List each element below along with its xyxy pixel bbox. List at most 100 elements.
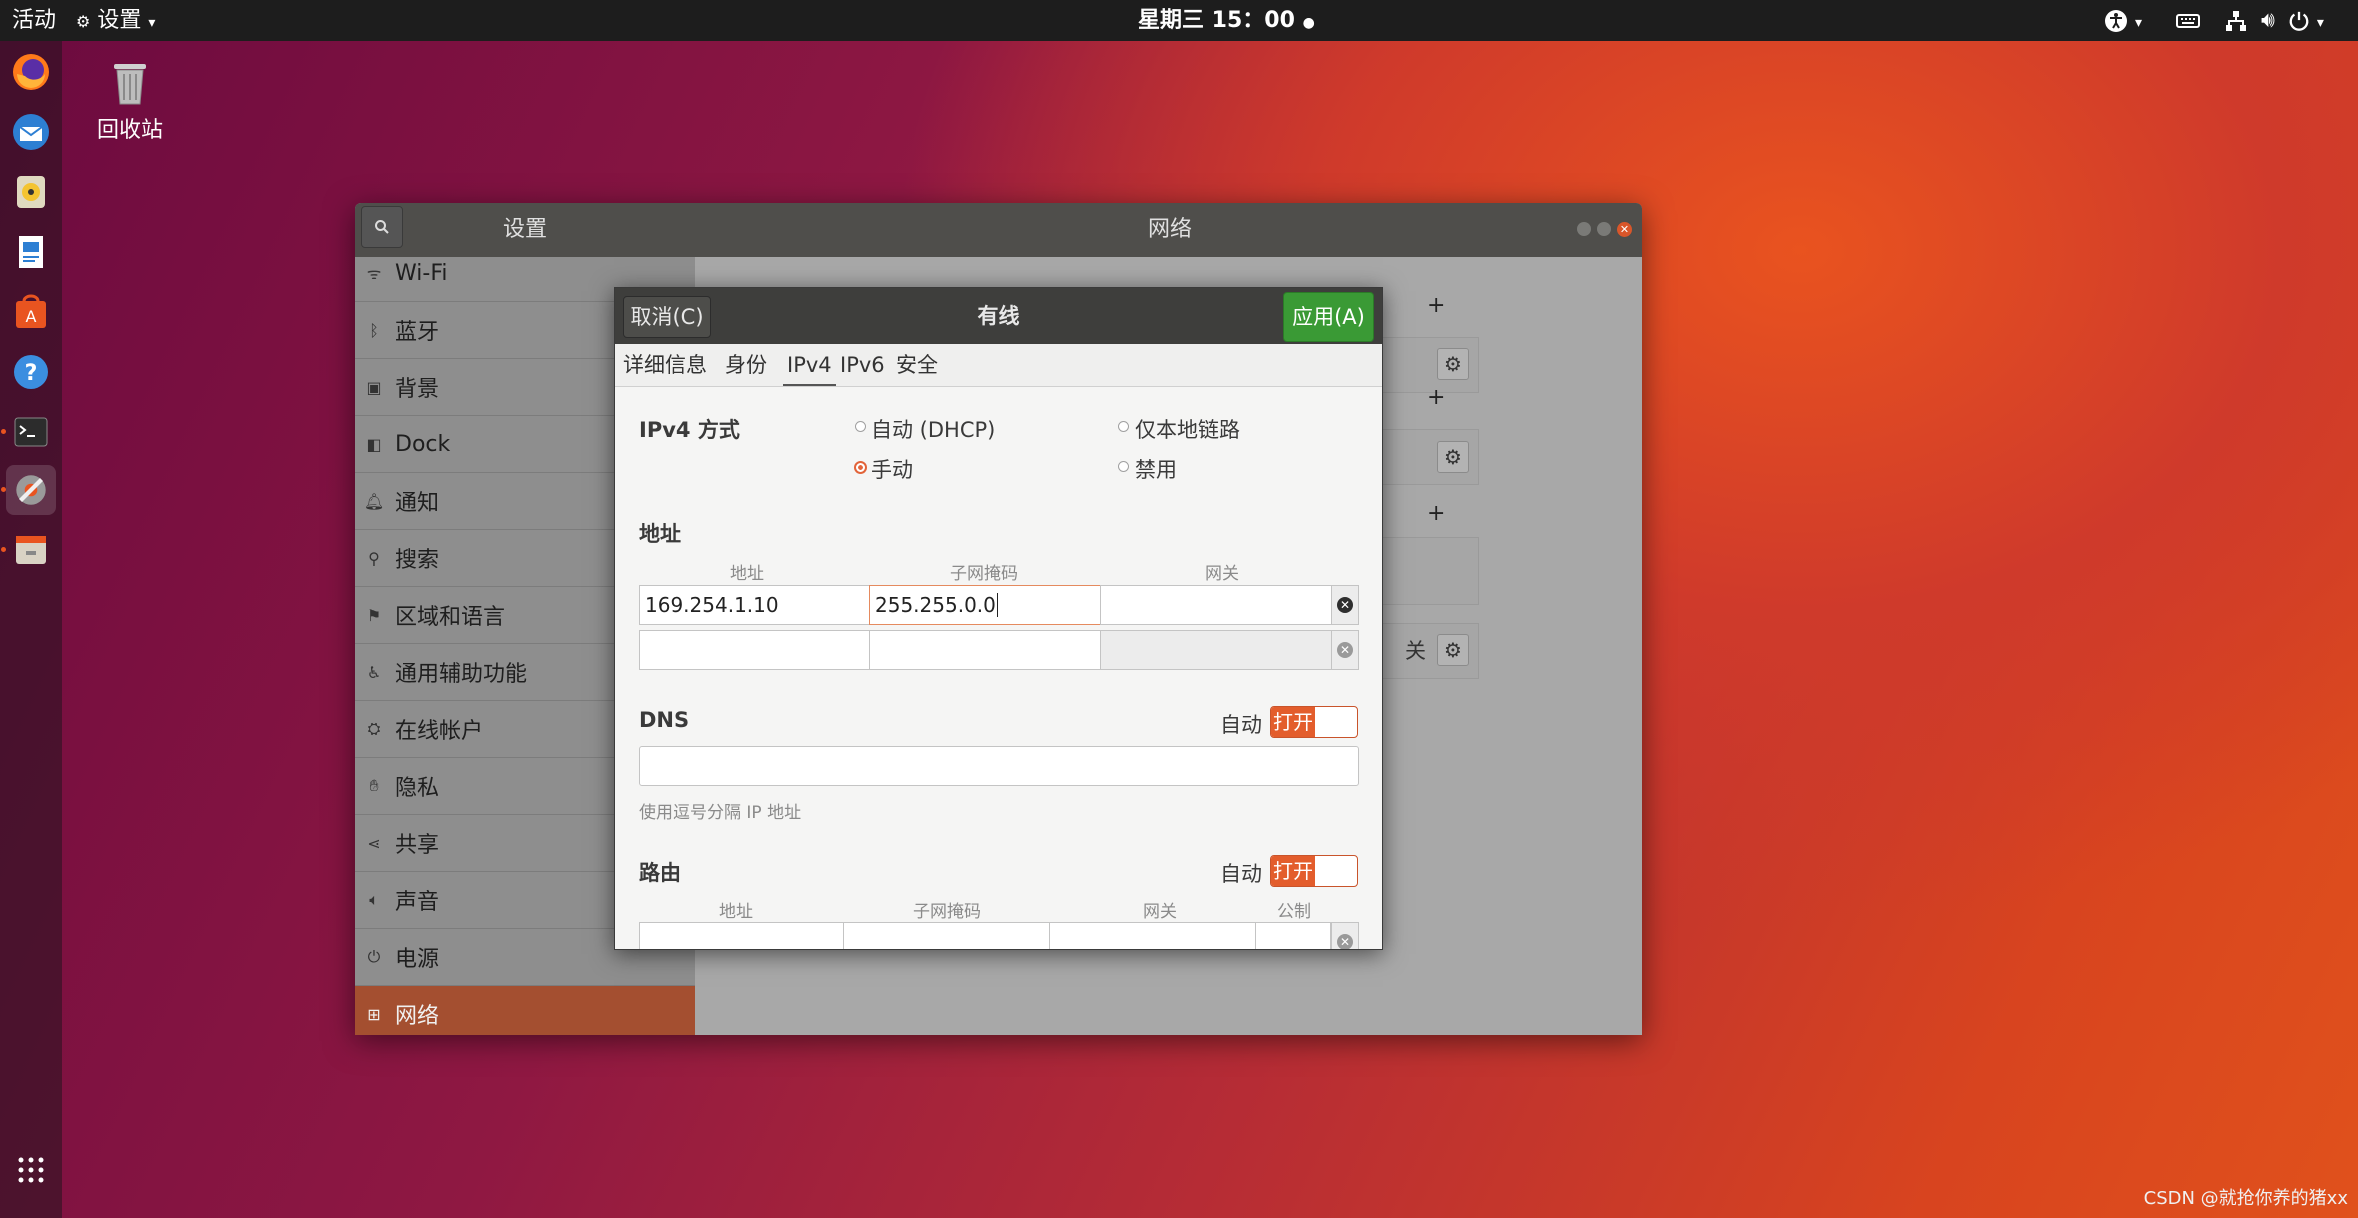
- flag-icon: ⚑: [366, 605, 382, 625]
- software-center-icon: A: [16, 294, 46, 328]
- close-button[interactable]: ✕: [1617, 222, 1632, 237]
- tab-details[interactable]: 详细信息: [623, 344, 707, 386]
- netmask-input-empty[interactable]: [869, 630, 1101, 670]
- system-menu[interactable]: 🔊︎ ▾: [2224, 0, 2324, 41]
- dialog-header: 取消(C) 有线 应用(A): [615, 288, 1382, 344]
- trash-icon: [114, 64, 146, 105]
- dialog-title: 有线: [977, 304, 1020, 328]
- speaker-icon: 🔈︎: [369, 890, 379, 909]
- maximize-button[interactable]: [1597, 222, 1611, 236]
- thunderbird-launcher[interactable]: [6, 107, 56, 157]
- help-launcher[interactable]: ?: [6, 347, 56, 397]
- rhythmbox-launcher[interactable]: [6, 167, 56, 217]
- search-icon: ⚲: [368, 548, 380, 568]
- address-input-empty[interactable]: [639, 630, 870, 670]
- dock-icon: ◧: [366, 434, 382, 454]
- writer-launcher[interactable]: [6, 227, 56, 277]
- activities-button[interactable]: 活动: [12, 0, 56, 41]
- running-indicator: [1, 429, 6, 434]
- accessibility-menu[interactable]: ▾: [2104, 0, 2142, 41]
- dns-auto-switch[interactable]: 打开: [1270, 706, 1358, 738]
- sidebar-item-label: 共享: [395, 833, 440, 858]
- radio-manual[interactable]: [854, 461, 867, 474]
- sidebar-item-label: 搜索: [395, 548, 440, 573]
- close-icon: ✕: [1619, 223, 1630, 236]
- route-gateway-header: 网关: [1143, 902, 1177, 922]
- gear-icon[interactable]: ⚙: [1437, 634, 1469, 666]
- power-icon: [2289, 11, 2309, 31]
- gateway-input[interactable]: [1100, 585, 1332, 625]
- sidebar-item-label: 隐私: [395, 776, 440, 801]
- tab-ipv6[interactable]: IPv6: [840, 344, 885, 386]
- show-applications-button[interactable]: [6, 1145, 56, 1195]
- tab-security[interactable]: 安全: [896, 344, 938, 386]
- share-icon: ⋖: [367, 833, 381, 853]
- running-indicator: [1, 487, 6, 492]
- clear-icon: ✕: [1337, 642, 1353, 658]
- gear-icon[interactable]: ⚙: [1437, 441, 1469, 473]
- radio-disable[interactable]: [1118, 461, 1129, 472]
- wifi-icon: ᯤ: [366, 264, 382, 283]
- dock: A ?: [0, 41, 62, 1218]
- radio-link-local[interactable]: [1118, 421, 1129, 432]
- route-netmask-input[interactable]: [843, 922, 1050, 949]
- files-icon: [16, 536, 46, 564]
- sidebar-item-label: 网络: [395, 1004, 440, 1029]
- accessibility-icon: [2105, 10, 2127, 32]
- terminal-launcher[interactable]: [6, 407, 56, 457]
- software-launcher[interactable]: A: [6, 287, 56, 337]
- clock[interactable]: 星期三 15：00 ●: [1138, 0, 1315, 41]
- text-cursor: [996, 593, 998, 617]
- gateway-input-empty[interactable]: [1100, 630, 1332, 670]
- sidebar-item-label: 声音: [395, 890, 440, 915]
- background-icon: ▣: [366, 377, 382, 397]
- radio-manual-label[interactable]: 手动: [871, 454, 913, 484]
- firefox-launcher[interactable]: [6, 47, 56, 97]
- address-input[interactable]: 169.254.1.10: [639, 585, 870, 625]
- tab-ipv4[interactable]: IPv4: [783, 344, 836, 386]
- network-wired-icon: [2226, 11, 2246, 31]
- apply-button[interactable]: 应用(A): [1283, 292, 1374, 342]
- terminal-icon: [14, 417, 48, 447]
- sidebar-item-network[interactable]: ⊞ 网络: [355, 986, 695, 1035]
- keyboard-indicator[interactable]: [2176, 0, 2200, 41]
- radio-link-local-label[interactable]: 仅本地链路: [1135, 414, 1240, 444]
- clear-icon: ✕: [1337, 597, 1353, 613]
- routes-auto-switch[interactable]: 打开: [1270, 855, 1358, 887]
- desktop-trash[interactable]: 回收站: [92, 56, 168, 144]
- add-vpn-icon[interactable]: +: [1427, 385, 1445, 410]
- address-header: 地址: [730, 564, 764, 584]
- add-proxy-icon[interactable]: +: [1427, 501, 1445, 526]
- trash-label: 回收站: [96, 118, 163, 143]
- sidebar-item-label: 背景: [395, 377, 440, 402]
- cancel-button[interactable]: 取消(C): [623, 296, 711, 338]
- gateway-header: 网关: [1205, 564, 1239, 584]
- bluetooth-icon: ᛒ: [369, 320, 379, 340]
- minimize-button[interactable]: [1577, 222, 1591, 236]
- settings-launcher[interactable]: [6, 465, 56, 515]
- add-connection-icon[interactable]: +: [1427, 293, 1445, 318]
- dialog-tabs: 详细信息 身份 IPv4 IPv6 安全: [615, 344, 1382, 387]
- route-gateway-input[interactable]: [1049, 922, 1256, 949]
- route-address-input[interactable]: [639, 922, 844, 949]
- sidebar-item-label: 蓝牙: [395, 320, 440, 345]
- search-button[interactable]: [361, 206, 403, 248]
- svg-text:?: ?: [25, 361, 38, 386]
- dns-label: DNS: [639, 708, 690, 732]
- sidebar-item-label: Dock: [395, 431, 451, 457]
- netmask-input[interactable]: 255.255.0.0: [869, 585, 1101, 625]
- tab-identity[interactable]: 身份: [725, 344, 767, 386]
- radio-dhcp-label[interactable]: 自动 (DHCP): [871, 414, 995, 444]
- app-menu[interactable]: ⚙ 设置 ▾: [76, 0, 155, 41]
- gear-icon[interactable]: ⚙: [1437, 348, 1469, 380]
- route-netmask-header: 子网掩码: [913, 902, 981, 922]
- files-launcher[interactable]: [6, 525, 56, 575]
- power-icon: ⏻: [367, 947, 381, 966]
- route-metric-input[interactable]: [1255, 922, 1331, 949]
- app-grid-icon: [18, 1157, 44, 1183]
- radio-dhcp[interactable]: [855, 421, 866, 432]
- radio-disable-label[interactable]: 禁用: [1135, 454, 1177, 484]
- hand-icon: ✋︎: [369, 776, 379, 795]
- dns-input[interactable]: [639, 746, 1359, 786]
- volume-icon: 🔊︎: [2261, 8, 2275, 33]
